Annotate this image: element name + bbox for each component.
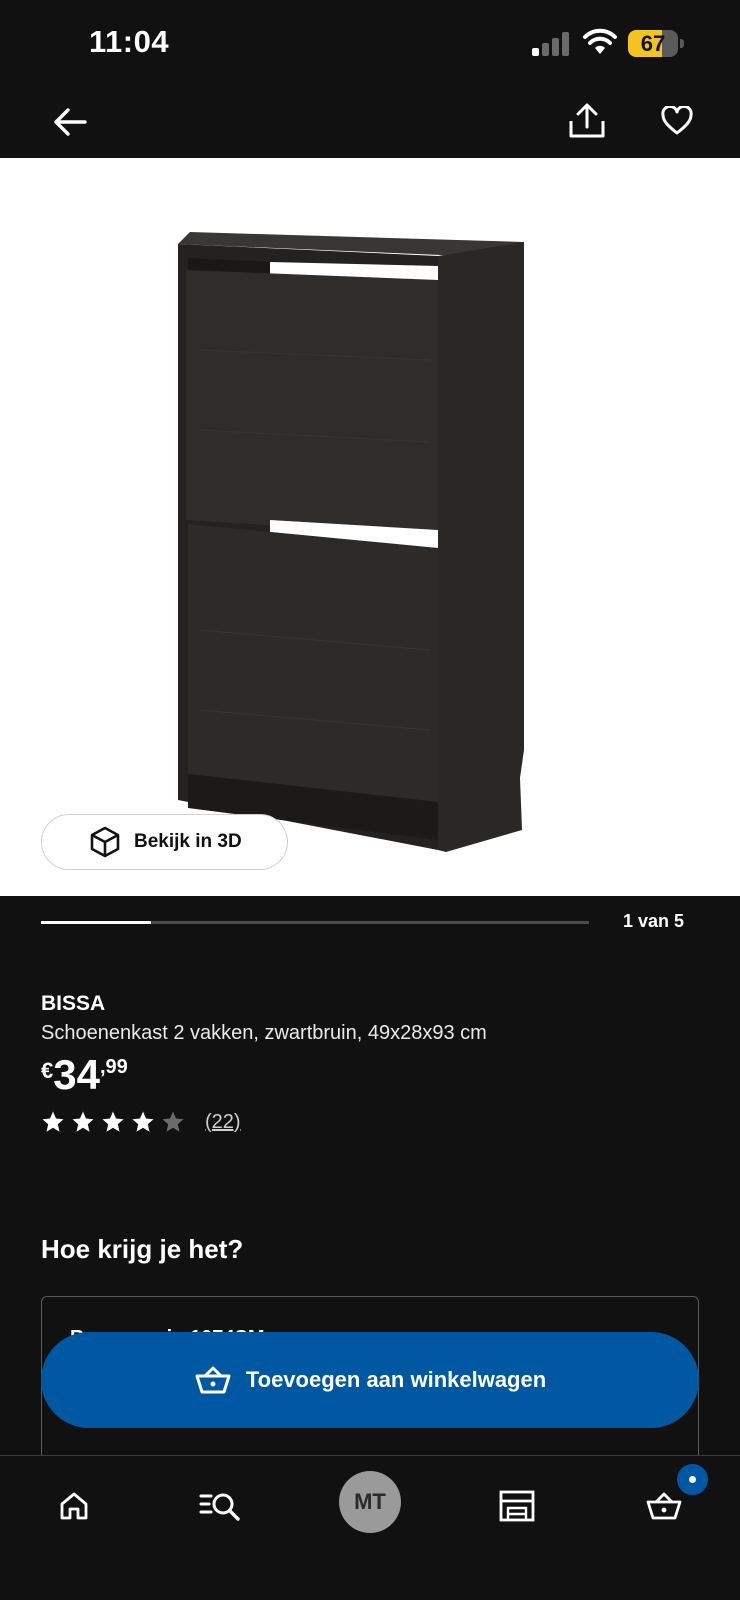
cube-3d-icon [90, 826, 120, 858]
price-integer: 34 [53, 1051, 100, 1098]
view-in-3d-button[interactable]: Bekijk in 3D [41, 814, 288, 870]
bottom-tab-bar: MT [0, 1455, 740, 1600]
tab-profile-avatar[interactable]: MT [339, 1471, 401, 1533]
star-filled-icon [42, 1111, 64, 1132]
gallery-position: 1 van 5 [622, 911, 684, 931]
share-icon [569, 103, 605, 138]
home-icon [60, 1492, 88, 1520]
tab-home[interactable] [44, 1468, 104, 1544]
star-empty-icon [162, 1111, 184, 1132]
basket-icon [195, 1366, 231, 1394]
product-price: € 34 ,99 [41, 1052, 128, 1098]
add-to-cart-label: Toevoegen aan winkelwagen [245, 1367, 547, 1392]
cart-badge [677, 1464, 708, 1495]
search-list-icon [199, 1493, 240, 1521]
delivery-section-title: Hoe krijg je het? [41, 1234, 244, 1264]
status-bar: 11:04 67 [0, 0, 740, 88]
view-in-3d-label: Bekijk in 3D [134, 831, 242, 852]
cellular-signal-icon [532, 32, 569, 56]
price-currency: € [41, 1058, 54, 1083]
product-image [178, 232, 524, 852]
top-navigation [0, 88, 740, 158]
star-filled-icon [132, 1111, 154, 1132]
heart-icon [661, 106, 693, 135]
price-decimal: ,99 [99, 1056, 128, 1078]
gallery-progress-track [41, 921, 589, 924]
share-button[interactable] [566, 100, 608, 142]
battery-level: 67 [640, 31, 666, 56]
battery-tip [680, 39, 684, 48]
product-name: BISSA [41, 992, 106, 1015]
battery-indicator: 67 [628, 30, 684, 57]
add-to-cart-button[interactable]: Toevoegen aan winkelwagen [41, 1332, 699, 1428]
gallery-progress-fill [41, 921, 151, 924]
battery-body: 67 [628, 30, 678, 57]
cart-badge-dot [689, 1476, 696, 1483]
back-button[interactable] [50, 102, 90, 142]
review-count-link[interactable]: (22) [205, 1111, 241, 1134]
star-filled-icon [102, 1111, 124, 1132]
product-image-gallery[interactable]: Bekijk in 3D [0, 158, 740, 896]
arrow-left-icon [54, 108, 87, 136]
star-filled-icon [72, 1111, 94, 1132]
product-description: Schoenenkast 2 vakken, zwartbruin, 49x28… [41, 1022, 487, 1044]
favorite-button[interactable] [656, 100, 698, 142]
cart-icon [646, 1492, 682, 1520]
tab-search[interactable] [190, 1468, 250, 1544]
product-rating[interactable]: (22) [41, 1110, 241, 1134]
tab-store[interactable] [487, 1468, 547, 1544]
status-time: 11:04 [89, 24, 170, 59]
store-icon [499, 1490, 535, 1522]
wifi-icon [583, 28, 617, 54]
